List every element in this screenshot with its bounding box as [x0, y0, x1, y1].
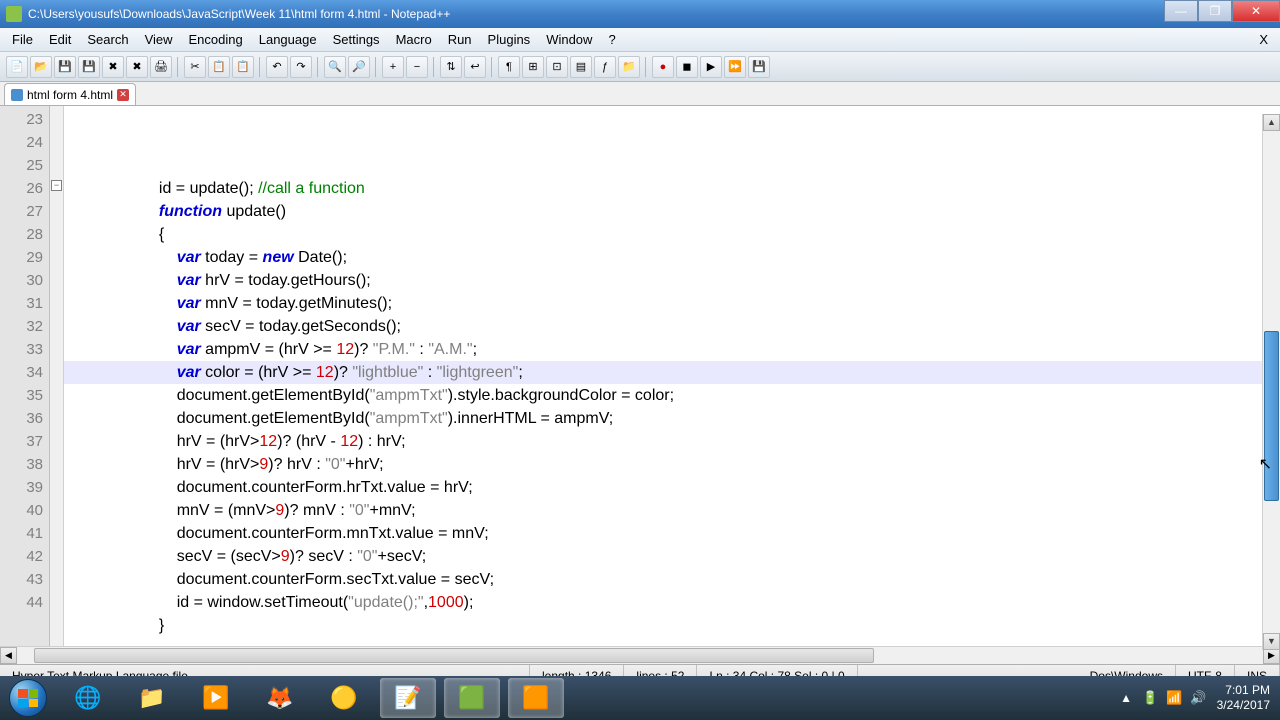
app-icon	[6, 6, 22, 22]
toolbar-sep	[491, 57, 493, 77]
show-chars-button[interactable]: ¶	[498, 56, 520, 78]
horizontal-scrollbar[interactable]: ◀ ▶	[0, 646, 1280, 664]
close-button[interactable]: ✕	[1232, 0, 1280, 22]
new-file-button[interactable]: 📄	[6, 56, 28, 78]
close-all-button[interactable]: ✖	[126, 56, 148, 78]
menu-bar: File Edit Search View Encoding Language …	[0, 28, 1280, 52]
clock-time: 7:01 PM	[1217, 683, 1270, 698]
redo-button[interactable]: ↷	[290, 56, 312, 78]
menu-file[interactable]: File	[4, 29, 41, 50]
maximize-button[interactable]: ❐	[1198, 0, 1232, 22]
menu-search[interactable]: Search	[79, 29, 136, 50]
save-macro-button[interactable]: 💾	[748, 56, 770, 78]
toolbar-sep	[433, 57, 435, 77]
tray-chevron-icon[interactable]: ▲	[1120, 691, 1132, 705]
menu-language[interactable]: Language	[251, 29, 325, 50]
clock[interactable]: 7:01 PM 3/24/2017	[1217, 683, 1270, 713]
toolbar-sep	[375, 57, 377, 77]
scroll-up-button[interactable]: ▲	[1263, 114, 1280, 131]
tab-file[interactable]: html form 4.html ✕	[4, 83, 136, 105]
zoom-in-button[interactable]: +	[382, 56, 404, 78]
title-bar: C:\Users\yousufs\Downloads\JavaScript\We…	[0, 0, 1280, 28]
menu-settings[interactable]: Settings	[325, 29, 388, 50]
tray-icons: 🔋 📶 🔊	[1142, 690, 1207, 706]
window-buttons: — ❐ ✕	[1164, 0, 1280, 28]
menu-window[interactable]: Window	[538, 29, 600, 50]
file-icon	[11, 89, 23, 101]
menu-help[interactable]: ?	[600, 29, 623, 50]
toolbar-sep	[259, 57, 261, 77]
copy-button[interactable]: 📋	[208, 56, 230, 78]
save-button[interactable]: 💾	[54, 56, 76, 78]
toolbar-sep	[317, 57, 319, 77]
menu-view[interactable]: View	[137, 29, 181, 50]
menu-run[interactable]: Run	[440, 29, 480, 50]
taskbar: 🌐 📁 ▶️ 🦊 🟡 📝 🟩 🟧 ▲ 🔋 📶 🔊 7:01 PM 3/24/20…	[0, 676, 1280, 720]
find-button[interactable]: 🔍	[324, 56, 346, 78]
paste-button[interactable]: 📋	[232, 56, 254, 78]
save-all-button[interactable]: 💾	[78, 56, 100, 78]
undo-button[interactable]: ↶	[266, 56, 288, 78]
toolbar: 📄 📂 💾 💾 ✖ ✖ 🖨 ✂ 📋 📋 ↶ ↷ 🔍 🔎 + − ⇅ ↩ ¶ ⊞ …	[0, 52, 1280, 82]
udl-button[interactable]: ⊡	[546, 56, 568, 78]
clock-date: 3/24/2017	[1217, 698, 1270, 713]
line-number-gutter: 2324252627282930313233343536373839404142…	[0, 106, 50, 646]
taskbar-explorer-icon[interactable]: 📁	[124, 678, 180, 718]
zoom-out-button[interactable]: −	[406, 56, 428, 78]
hscroll-track[interactable]	[17, 647, 1263, 664]
window-title: C:\Users\yousufs\Downloads\JavaScript\We…	[28, 7, 1164, 21]
toolbar-sep	[645, 57, 647, 77]
menu-plugins[interactable]: Plugins	[480, 29, 539, 50]
cut-button[interactable]: ✂	[184, 56, 206, 78]
minimize-button[interactable]: —	[1164, 0, 1198, 22]
network-icon[interactable]: 📶	[1166, 690, 1182, 706]
menu-encoding[interactable]: Encoding	[181, 29, 251, 50]
fold-margin[interactable]: −	[50, 106, 64, 646]
scroll-left-button[interactable]: ◀	[0, 647, 17, 664]
volume-icon[interactable]: 🔊	[1190, 690, 1206, 706]
doc-map-button[interactable]: ▤	[570, 56, 592, 78]
taskbar-media-icon[interactable]: ▶️	[188, 678, 244, 718]
battery-icon[interactable]: 🔋	[1142, 690, 1158, 706]
play-multi-button[interactable]: ⏩	[724, 56, 746, 78]
menu-close-doc[interactable]: X	[1251, 29, 1280, 50]
sync-scroll-button[interactable]: ⇅	[440, 56, 462, 78]
system-tray[interactable]: ▲ 🔋 📶 🔊 7:01 PM 3/24/2017	[1120, 683, 1280, 713]
tab-bar: html form 4.html ✕	[0, 82, 1280, 106]
taskbar-app-orange-icon[interactable]: 🟧	[508, 678, 564, 718]
record-macro-button[interactable]: ●	[652, 56, 674, 78]
taskbar-firefox-icon[interactable]: 🦊	[252, 678, 308, 718]
indent-guide-button[interactable]: ⊞	[522, 56, 544, 78]
print-button[interactable]: 🖨	[150, 56, 172, 78]
code-area[interactable]: id = update(); //call a function functio…	[64, 106, 1280, 646]
func-list-button[interactable]: ƒ	[594, 56, 616, 78]
play-macro-button[interactable]: ▶	[700, 56, 722, 78]
menu-macro[interactable]: Macro	[388, 29, 440, 50]
start-button[interactable]	[0, 676, 56, 720]
close-file-button[interactable]: ✖	[102, 56, 124, 78]
start-orb-icon	[9, 679, 47, 717]
replace-button[interactable]: 🔎	[348, 56, 370, 78]
taskbar-ie-icon[interactable]: 🌐	[60, 678, 116, 718]
fold-toggle-icon[interactable]: −	[51, 180, 62, 191]
menu-edit[interactable]: Edit	[41, 29, 79, 50]
hscroll-thumb[interactable]	[34, 648, 874, 663]
stop-macro-button[interactable]: ◼	[676, 56, 698, 78]
open-file-button[interactable]: 📂	[30, 56, 52, 78]
tab-close-button[interactable]: ✕	[117, 89, 129, 101]
taskbar-chrome-icon[interactable]: 🟡	[316, 678, 372, 718]
toolbar-sep	[177, 57, 179, 77]
wrap-button[interactable]: ↩	[464, 56, 486, 78]
tab-label: html form 4.html	[27, 88, 113, 102]
taskbar-notepadpp-icon[interactable]: 📝	[380, 678, 436, 718]
editor[interactable]: 2324252627282930313233343536373839404142…	[0, 106, 1280, 646]
folder-view-button[interactable]: 📁	[618, 56, 640, 78]
code-content: id = update(); //call a function functio…	[70, 177, 1280, 637]
taskbar-app-green-icon[interactable]: 🟩	[444, 678, 500, 718]
